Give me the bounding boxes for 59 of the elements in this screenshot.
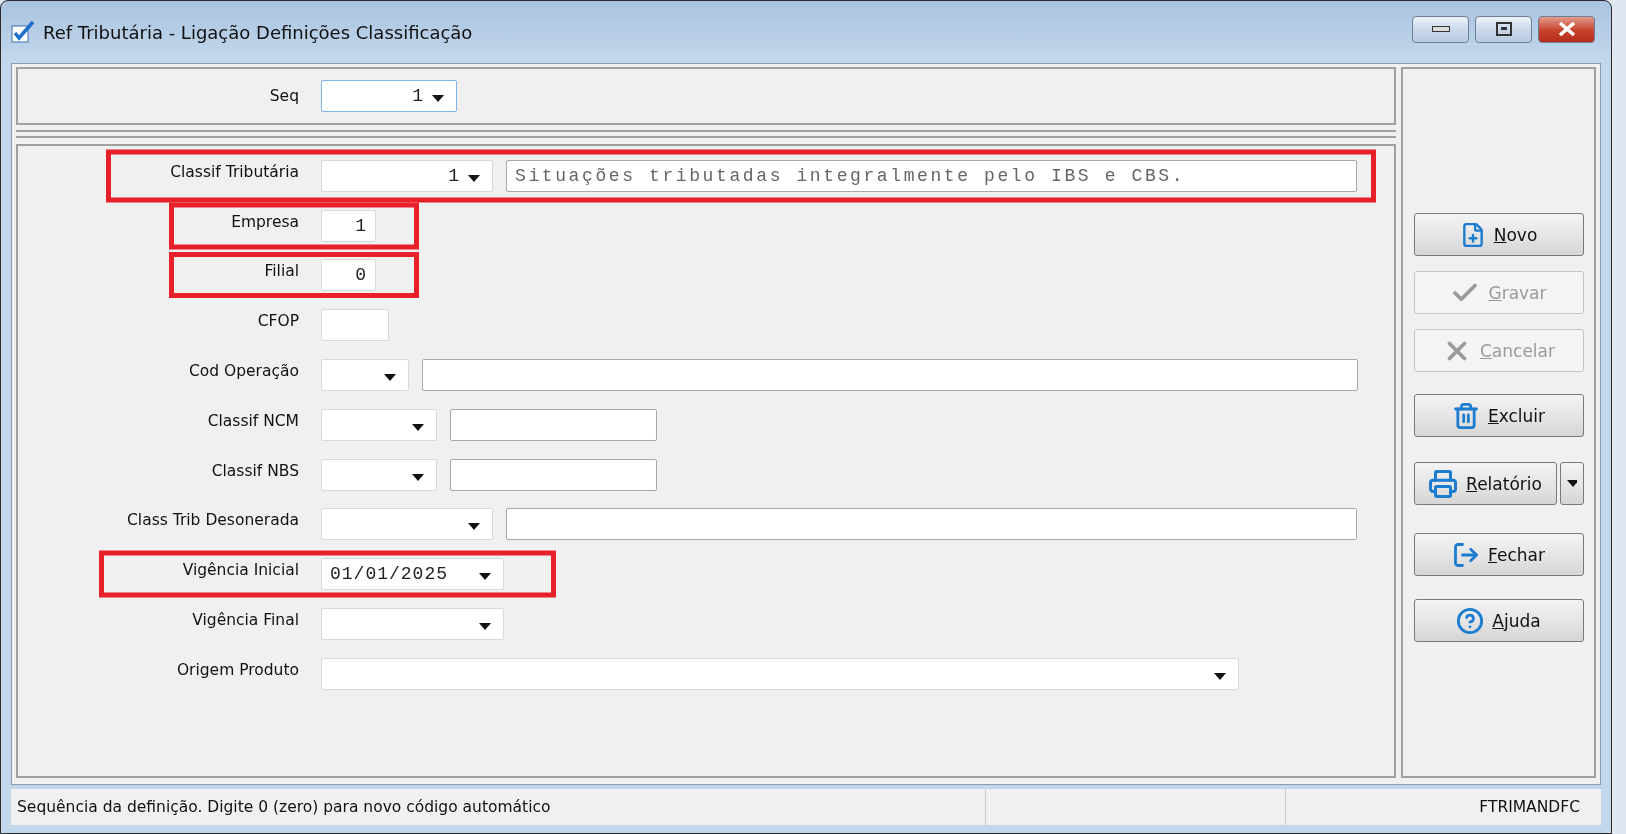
field-label: Vigência Inicial xyxy=(182,561,299,580)
field-label: Class Trib Desonerada xyxy=(127,511,299,530)
dropdown-arrow-icon[interactable] xyxy=(384,374,396,382)
dropdown-field[interactable] xyxy=(321,608,504,641)
input-field[interactable] xyxy=(321,309,389,342)
dropdown-arrow-icon[interactable] xyxy=(412,473,424,481)
field-label: CFOP xyxy=(257,312,299,331)
dropdown-field[interactable] xyxy=(321,458,437,491)
input-field[interactable]: 1 xyxy=(321,209,376,242)
dropdown-field[interactable] xyxy=(321,359,409,392)
field-label: Vigência Final xyxy=(192,611,299,630)
field-label: Classif NBS xyxy=(211,461,299,480)
field-label: Seq xyxy=(269,87,299,105)
dropdown-arrow-icon[interactable] xyxy=(432,95,444,102)
minimize-button[interactable] xyxy=(1412,15,1469,43)
close-button[interactable] xyxy=(1538,15,1595,43)
field-label: Cod Operação xyxy=(188,362,299,381)
checkmark-icon xyxy=(11,20,35,44)
field-label: Classif NCM xyxy=(207,411,299,430)
caret-icon xyxy=(1566,480,1577,487)
dropdown-field[interactable]: 1 xyxy=(321,159,493,192)
new-button[interactable]: Novo xyxy=(1413,213,1584,256)
minimize-icon xyxy=(1431,26,1450,32)
dropdown-field[interactable] xyxy=(321,657,1239,690)
maximize-icon xyxy=(1495,22,1512,36)
dropdown-button[interactable] xyxy=(1559,462,1584,505)
dropdown-field[interactable]: 1 xyxy=(321,80,457,112)
trash-icon xyxy=(1451,401,1480,430)
description-field[interactable] xyxy=(506,508,1357,541)
description-field[interactable] xyxy=(450,408,657,441)
description-field[interactable]: Situações tributadas integralmente pelo IBS e CBS. xyxy=(506,159,1357,192)
window-title: Ref Tributária - Ligação Definições Classificação xyxy=(43,21,474,43)
form-code: FTRIMANDFC xyxy=(1479,798,1580,816)
close-icon xyxy=(1556,22,1577,36)
printer-icon xyxy=(1428,468,1459,499)
status-message: Sequência da definição. Digite 0 (zero) para novo código automático xyxy=(17,798,551,816)
description-field[interactable] xyxy=(450,458,657,491)
dropdown-field[interactable] xyxy=(321,508,493,541)
dropdown-arrow-icon[interactable] xyxy=(468,174,480,182)
input-field[interactable]: 0 xyxy=(321,259,376,292)
dropdown-arrow-icon[interactable] xyxy=(479,573,491,581)
maximize-button[interactable] xyxy=(1475,15,1532,43)
dropdown-field[interactable]: 01/01/2025 xyxy=(321,558,504,591)
field-label: Empresa xyxy=(231,212,299,231)
dropdown-arrow-icon[interactable] xyxy=(1214,672,1226,680)
help-button[interactable]: Ajuda xyxy=(1413,599,1584,642)
exit-icon xyxy=(1452,540,1481,569)
report-button[interactable]: Relatório xyxy=(1413,462,1557,505)
dropdown-arrow-icon[interactable] xyxy=(479,623,491,631)
field-label: Origem Produto xyxy=(176,660,299,679)
description-field[interactable] xyxy=(422,359,1358,392)
dropdown-arrow-icon[interactable] xyxy=(412,423,424,431)
field-label: Filial xyxy=(264,262,299,281)
close-form-button[interactable]: Fechar xyxy=(1413,533,1584,576)
help-icon xyxy=(1456,606,1485,635)
field-label: Classif Tributária xyxy=(170,162,299,181)
delete-button[interactable]: Excluir xyxy=(1413,394,1584,437)
dropdown-arrow-icon[interactable] xyxy=(468,523,480,531)
dropdown-field[interactable] xyxy=(321,408,437,441)
